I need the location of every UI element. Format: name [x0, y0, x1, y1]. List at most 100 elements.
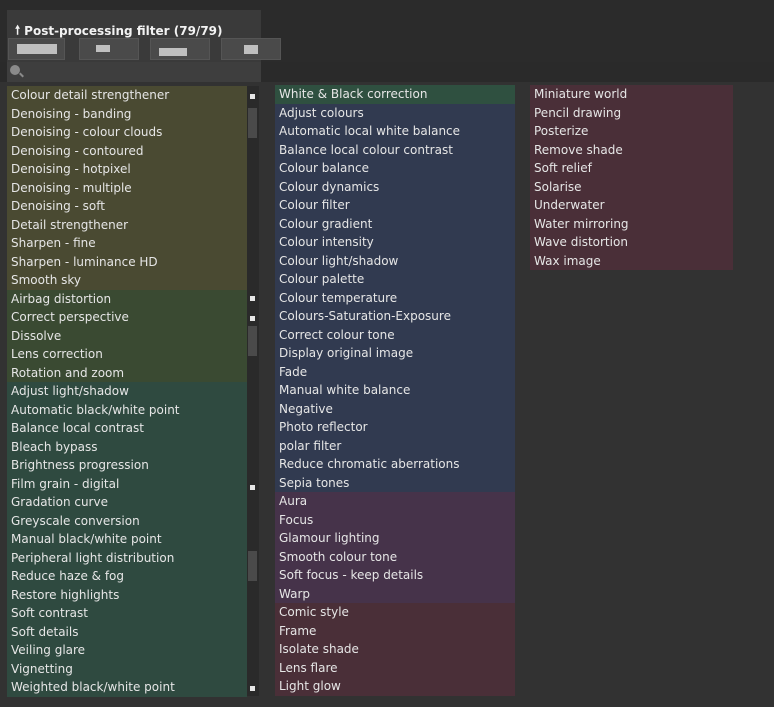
filter-item-reduce-haze-fog[interactable]: Reduce haze & fog [7, 567, 247, 586]
filter-item-airbag-distortion[interactable]: Airbag distortion [7, 289, 247, 308]
list-view-2-button[interactable] [79, 38, 139, 60]
filter-item-colour-balance[interactable]: Colour balance [275, 159, 515, 178]
filter-item-peripheral-light-distribution[interactable]: Peripheral light distribution [7, 548, 247, 567]
filter-item-aura[interactable]: Aura [275, 492, 515, 511]
filter-item-denoising-contoured[interactable]: Denoising - contoured [7, 141, 247, 160]
filter-item-restore-highlights[interactable]: Restore highlights [7, 585, 247, 604]
filter-item-soft-details[interactable]: Soft details [7, 622, 247, 641]
panel-header: 🠕 Post-processing filter (79/79) [0, 0, 774, 62]
filter-column-2: White & Black correction Adjust colours Au… [275, 85, 515, 696]
filter-item-rotation-and-zoom[interactable]: Rotation and zoom [7, 363, 247, 382]
grid-view-icon [17, 44, 57, 54]
filter-item-pencil-drawing[interactable]: Pencil drawing [530, 103, 733, 122]
scroll-marker [250, 296, 255, 301]
filter-item-detail-strengthener[interactable]: Detail strengthener [7, 215, 247, 234]
scroll-marker [250, 686, 255, 691]
filter-item-manual-black-white-point[interactable]: Manual black/white point [7, 530, 247, 549]
filter-item-colour-palette[interactable]: Colour palette [275, 270, 515, 289]
filter-item-lens-correction[interactable]: Lens correction [7, 345, 247, 364]
filter-item-underwater[interactable]: Underwater [530, 196, 733, 215]
filter-item-sharpen-fine[interactable]: Sharpen - fine [7, 234, 247, 253]
filter-item-sharpen-luminance-hd[interactable]: Sharpen - luminance HD [7, 252, 247, 271]
filter-column-3: Miniature world Pencil drawing Posterize Re… [530, 85, 733, 270]
list-view-3-button[interactable] [150, 38, 210, 60]
filter-item-focus[interactable]: Focus [275, 510, 515, 529]
compact-view-icon [244, 45, 258, 54]
filter-item-gradation-curve[interactable]: Gradation curve [7, 493, 247, 512]
view-mode-buttons [8, 38, 292, 60]
filter-item-bleach-bypass[interactable]: Bleach bypass [7, 437, 247, 456]
filter-item-brightness-progression[interactable]: Brightness progression [7, 456, 247, 475]
filter-item-light-glow[interactable]: Light glow [275, 677, 515, 696]
filter-item-wax-image[interactable]: Wax image [530, 251, 733, 270]
filter-item-isolate-shade[interactable]: Isolate shade [275, 640, 515, 659]
scroll-thumb[interactable] [248, 551, 257, 581]
filter-item-weighted-black-white-point[interactable]: Weighted black/white point [7, 678, 247, 697]
filter-item-miniature-world[interactable]: Miniature world [530, 85, 733, 104]
filter-item-soft-focus-keep-details[interactable]: Soft focus - keep details [275, 566, 515, 585]
list-view-4-button[interactable] [221, 38, 281, 60]
filter-item-warp[interactable]: Warp [275, 584, 515, 603]
search-icon [10, 65, 20, 75]
filter-item-remove-shade[interactable]: Remove shade [530, 140, 733, 159]
filter-item-automatic-local-white-balance[interactable]: Automatic local white balance [275, 122, 515, 141]
filter-item-soft-contrast[interactable]: Soft contrast [7, 604, 247, 623]
filter-item-posterize[interactable]: Posterize [530, 122, 733, 141]
filter-item-vignetting[interactable]: Vignetting [7, 659, 247, 678]
detail-view-icon [159, 48, 187, 56]
filter-item-sepia-tones[interactable]: Sepia tones [275, 473, 515, 492]
filter-item-polar-filter[interactable]: polar filter [275, 436, 515, 455]
filter-item-water-mirroring[interactable]: Water mirroring [530, 214, 733, 233]
filter-item-solarise[interactable]: Solarise [530, 177, 733, 196]
filter-item-denoising-colour-clouds[interactable]: Denoising - colour clouds [7, 123, 247, 142]
scroll-thumb[interactable] [248, 108, 257, 138]
filter-item-balance-local-colour-contrast[interactable]: Balance local colour contrast [275, 140, 515, 159]
filter-item-veiling-glare[interactable]: Veiling glare [7, 641, 247, 660]
filter-item-automatic-black-white-point[interactable]: Automatic black/white point [7, 400, 247, 419]
scroll-marker [250, 94, 255, 99]
filter-item-soft-relief[interactable]: Soft relief [530, 159, 733, 178]
filter-item-colour-intensity[interactable]: Colour intensity [275, 233, 515, 252]
filter-item-glamour-lighting[interactable]: Glamour lighting [275, 529, 515, 548]
filter-item-fade[interactable]: Fade [275, 362, 515, 381]
filter-item-white-black-correction[interactable]: White & Black correction [275, 85, 515, 104]
filter-item-colour-gradient[interactable]: Colour gradient [275, 214, 515, 233]
filter-item-colours-saturation-exposure[interactable]: Colours-Saturation-Exposure [275, 307, 515, 326]
filter-item-photo-reflector[interactable]: Photo reflector [275, 418, 515, 437]
search-input[interactable] [27, 63, 261, 82]
filter-item-smooth-sky[interactable]: Smooth sky [7, 271, 247, 290]
filter-item-adjust-colours[interactable]: Adjust colours [275, 103, 515, 122]
column-1-scrollbar[interactable] [247, 86, 259, 696]
filter-item-correct-perspective[interactable]: Correct perspective [7, 308, 247, 327]
filter-item-colour-temperature[interactable]: Colour temperature [275, 288, 515, 307]
filter-item-denoising-soft[interactable]: Denoising - soft [7, 197, 247, 216]
filter-item-colour-detail-strengthener[interactable]: Colour detail strengthener [7, 86, 247, 105]
filter-item-lens-flare[interactable]: Lens flare [275, 658, 515, 677]
filter-item-manual-white-balance[interactable]: Manual white balance [275, 381, 515, 400]
filter-item-greyscale-conversion[interactable]: Greyscale conversion [7, 511, 247, 530]
filter-item-display-original-image[interactable]: Display original image [275, 344, 515, 363]
list-view-1-button[interactable] [8, 38, 65, 60]
filter-item-dissolve[interactable]: Dissolve [7, 326, 247, 345]
list-view-icon [96, 45, 110, 52]
filter-item-denoising-multiple[interactable]: Denoising - multiple [7, 178, 247, 197]
filter-item-comic-style[interactable]: Comic style [275, 603, 515, 622]
filter-item-colour-dynamics[interactable]: Colour dynamics [275, 177, 515, 196]
scroll-marker [250, 316, 255, 321]
scroll-thumb[interactable] [248, 326, 257, 356]
scroll-marker [250, 485, 255, 490]
filter-item-adjust-light-shadow[interactable]: Adjust light/shadow [7, 382, 247, 401]
filter-item-balance-local-contrast[interactable]: Balance local contrast [7, 419, 247, 438]
filter-item-film-grain-digital[interactable]: Film grain - digital [7, 474, 247, 493]
filter-item-correct-colour-tone[interactable]: Correct colour tone [275, 325, 515, 344]
search-box[interactable] [7, 62, 261, 82]
filter-item-reduce-chromatic-aberrations[interactable]: Reduce chromatic aberrations [275, 455, 515, 474]
filter-item-denoising-hotpixel[interactable]: Denoising - hotpixel [7, 160, 247, 179]
filter-item-frame[interactable]: Frame [275, 621, 515, 640]
filter-item-negative[interactable]: Negative [275, 399, 515, 418]
filter-item-wave-distortion[interactable]: Wave distortion [530, 233, 733, 252]
filter-item-colour-filter[interactable]: Colour filter [275, 196, 515, 215]
filter-item-colour-light-shadow[interactable]: Colour light/shadow [275, 251, 515, 270]
filter-item-smooth-colour-tone[interactable]: Smooth colour tone [275, 547, 515, 566]
filter-item-denoising-banding[interactable]: Denoising - banding [7, 104, 247, 123]
